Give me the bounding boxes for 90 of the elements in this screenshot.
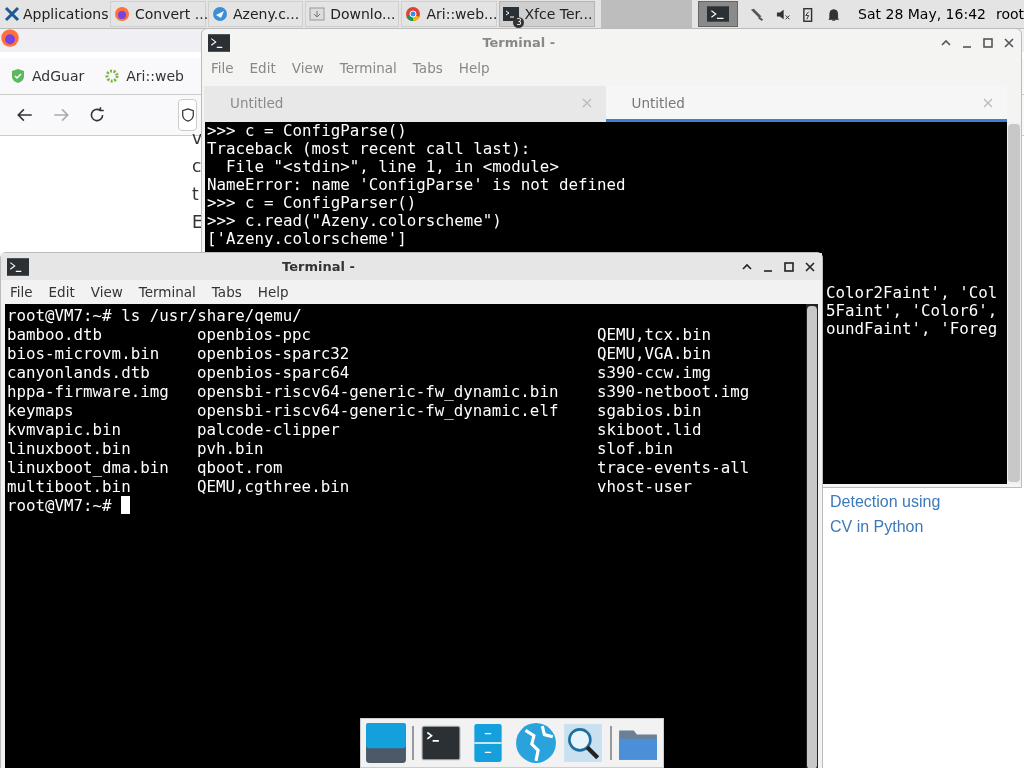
file-name: QEMU,tcx.bin xyxy=(597,325,712,344)
folder-icon xyxy=(309,6,326,22)
taskbar-button[interactable]: Downlo... xyxy=(305,1,400,27)
file-name: trace-events-all xyxy=(597,458,750,477)
file-name: kvmvapic.bin xyxy=(7,420,123,439)
terminal-line: ['Azeny.colorscheme'] xyxy=(207,230,408,248)
scrollbar[interactable] xyxy=(806,304,818,768)
taskbar-button[interactable]: Convert ... xyxy=(110,1,206,27)
file-name: openbios-sparc64 xyxy=(197,363,351,382)
terminal-line: 5Faint', 'Color6', xyxy=(826,301,998,320)
terminal-line: >>> c = ConfigParser() xyxy=(207,194,418,212)
file-name: keymaps xyxy=(7,401,75,420)
terminal-line: >>> c = ConfigParse() xyxy=(207,122,408,140)
menu-item[interactable]: Terminal xyxy=(138,284,196,300)
reload-icon[interactable] xyxy=(88,106,106,124)
window-title: Terminal - xyxy=(281,259,355,274)
x-logo-icon xyxy=(4,6,20,22)
page-text: v xyxy=(192,128,203,148)
file-name: skiboot.lid xyxy=(597,420,702,439)
file-name: QEMU,VGA.bin xyxy=(597,344,712,363)
menu-item[interactable]: File xyxy=(10,284,33,300)
terminal-line: File "<stdin>", line 1, in <module> xyxy=(225,158,560,176)
page-text: t xyxy=(192,184,200,204)
file-name: openbios-sparc32 xyxy=(197,344,351,363)
bookmark-link[interactable]: Ari::web xyxy=(104,68,184,84)
text-cursor xyxy=(121,496,131,514)
terminal-line: Traceback (most recent call last): xyxy=(207,140,532,158)
page-text: c xyxy=(192,156,203,176)
file-name: opensbi-riscv64-generic-fw_dynamic.bin xyxy=(197,382,560,401)
search-icon[interactable] xyxy=(562,722,605,764)
app-icon xyxy=(212,6,228,22)
file-name: s390-netboot.img xyxy=(597,382,750,401)
file-name: slof.bin xyxy=(597,439,674,458)
menu-item[interactable]: Edit xyxy=(48,284,75,300)
globe-icon[interactable] xyxy=(514,722,557,764)
file-name: bios-microvm.bin xyxy=(7,344,161,363)
window-title: Terminal - xyxy=(481,35,556,50)
file-name: linuxboot.bin xyxy=(7,439,132,458)
workspace-switcher[interactable] xyxy=(698,1,739,27)
terminal-prompt: root@VM7:~# xyxy=(7,496,112,515)
file-name: s390-ccw.img xyxy=(597,363,712,382)
file-name: multiboot.bin xyxy=(7,477,132,496)
file-name: vhost-user xyxy=(597,477,693,496)
clock[interactable]: Sat 28 May, 16:42 xyxy=(858,6,986,22)
file-name: canyonlands.dtb xyxy=(7,363,151,382)
file-name: pvh.bin xyxy=(197,439,265,458)
terminal-line: root@VM7:~# ls /usr/share/qemu/ xyxy=(7,306,303,325)
terminal-icon xyxy=(208,33,230,52)
show-desktop-icon[interactable] xyxy=(365,722,407,764)
maximize-icon[interactable] xyxy=(782,260,795,273)
window-count-badge: 3 xyxy=(513,17,525,28)
terminal-tab[interactable]: Untitled xyxy=(605,86,1007,122)
menu-item[interactable]: Help xyxy=(257,284,289,300)
file-name: hppa-firmware.img xyxy=(7,382,170,401)
terminal-icon xyxy=(7,257,29,276)
taskbar-button[interactable]: 3 Xfce Ter... xyxy=(499,1,596,27)
maximize-icon[interactable] xyxy=(982,36,994,49)
menu-item[interactable]: View xyxy=(90,284,123,300)
file-name: opensbi-riscv64-generic-fw_dynamic.elf xyxy=(197,401,560,420)
shield-check-icon xyxy=(10,68,26,84)
file-name: sgabios.bin xyxy=(597,401,702,420)
file-name: bamboo.dtb xyxy=(7,325,104,344)
file-name: QEMU,cgthree.bin xyxy=(197,477,351,496)
address-bar[interactable] xyxy=(178,99,197,131)
file-name: palcode-clipper xyxy=(197,420,341,439)
file-name: openbios-ppc xyxy=(197,325,313,344)
terminal-line: NameError: name 'ConfigParse' is not defined xyxy=(207,176,627,194)
browser-icon xyxy=(405,6,422,22)
close-icon[interactable] xyxy=(1003,36,1015,49)
file-name: linuxboot_dma.bin xyxy=(7,458,170,477)
bookmark-link[interactable]: AdGuar xyxy=(10,68,85,84)
terminal-icon xyxy=(707,6,730,22)
menu-item[interactable]: Tabs xyxy=(211,284,242,300)
browser-icon[interactable] xyxy=(0,28,20,48)
file-name: qboot.rom xyxy=(197,458,284,477)
user-name[interactable]: root xyxy=(995,6,1024,22)
terminal-line: >>> c.read("Azeny.colorscheme") xyxy=(207,212,503,230)
article-link[interactable]: CV in Python xyxy=(830,518,941,536)
shield-icon xyxy=(182,108,194,122)
article-link[interactable]: Detection using xyxy=(830,493,941,511)
terminal-line: Color2Faint', 'Col xyxy=(826,283,998,302)
close-icon[interactable] xyxy=(803,260,816,273)
scrollbar[interactable] xyxy=(1007,122,1021,484)
taskbar-button[interactable]: Azeny.c... xyxy=(208,1,304,27)
terminal-line: oundFaint', 'Foreg xyxy=(826,319,998,338)
page-text: E xyxy=(192,212,203,232)
taskbar-button[interactable]: Ari::web... xyxy=(401,1,498,27)
applications-menu-button[interactable]: Applications xyxy=(0,0,110,28)
browser-icon xyxy=(114,6,130,22)
back-icon[interactable] xyxy=(16,106,34,124)
